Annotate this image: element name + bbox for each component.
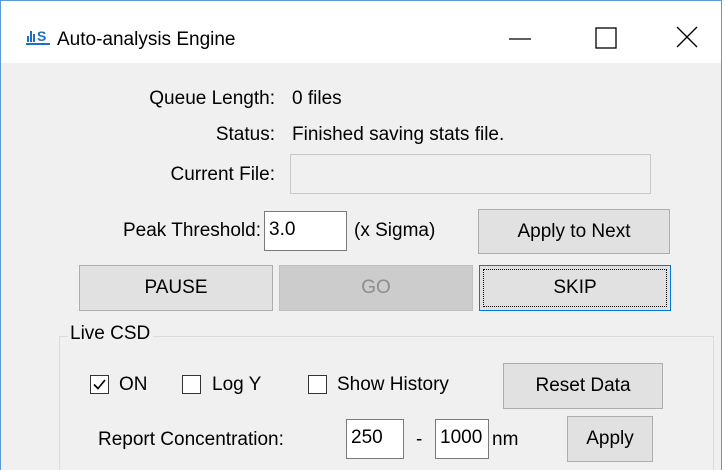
report-max-input[interactable]: 1000	[435, 419, 489, 459]
status-value: Finished saving stats file.	[292, 124, 505, 145]
skip-button[interactable]: SKIP	[479, 265, 671, 311]
pause-label: PAUSE	[144, 277, 208, 298]
skip-label: SKIP	[553, 277, 597, 298]
app-logo-icon: S	[26, 26, 50, 46]
log-y-checkbox[interactable]	[182, 375, 201, 394]
report-concentration-label: Report Concentration:	[98, 429, 284, 450]
go-button: GO	[279, 265, 473, 311]
log-y-checkbox-label[interactable]: Log Y	[212, 373, 261, 397]
range-separator: -	[416, 429, 423, 450]
checkmark-icon	[93, 379, 106, 390]
auto-analysis-window: S Auto-analysis Engine Queue Length: 0 f…	[0, 0, 722, 470]
report-min-input[interactable]: 250	[346, 419, 404, 459]
pause-button[interactable]: PAUSE	[79, 265, 273, 311]
show-history-checkbox[interactable]	[308, 375, 327, 394]
current-file-label: Current File:	[170, 164, 275, 185]
apply-to-next-label: Apply to Next	[517, 221, 631, 242]
apply-concentration-label: Apply	[586, 428, 634, 449]
title-bar[interactable]: S Auto-analysis Engine	[1, 1, 721, 63]
apply-concentration-button[interactable]: Apply	[567, 416, 653, 462]
on-checkbox-label[interactable]: ON	[119, 373, 148, 397]
minimize-button[interactable]	[497, 15, 543, 61]
queue-length-label: Queue Length:	[149, 88, 275, 109]
queue-length-value: 0 files	[292, 88, 342, 109]
window-title: Auto-analysis Engine	[57, 29, 236, 50]
report-unit: nm	[492, 429, 519, 450]
go-label: GO	[361, 277, 391, 298]
minimize-icon	[509, 38, 531, 40]
reset-data-label: Reset Data	[535, 375, 631, 396]
current-file-field	[290, 154, 651, 194]
close-button[interactable]	[665, 15, 711, 61]
show-history-checkbox-label[interactable]: Show History	[337, 373, 449, 397]
maximize-icon	[595, 27, 617, 49]
peak-threshold-unit: (x Sigma)	[354, 220, 436, 241]
reset-data-button[interactable]: Reset Data	[503, 363, 663, 409]
svg-text:S: S	[37, 28, 46, 44]
maximize-button[interactable]	[581, 15, 627, 61]
live-csd-group-label: Live CSD	[68, 322, 154, 346]
peak-threshold-label: Peak Threshold:	[122, 220, 261, 241]
status-label: Status:	[215, 124, 275, 145]
on-checkbox[interactable]	[90, 375, 109, 394]
apply-to-next-button[interactable]: Apply to Next	[478, 209, 670, 254]
peak-threshold-input[interactable]: 3.0	[264, 211, 347, 251]
close-icon	[676, 26, 698, 48]
